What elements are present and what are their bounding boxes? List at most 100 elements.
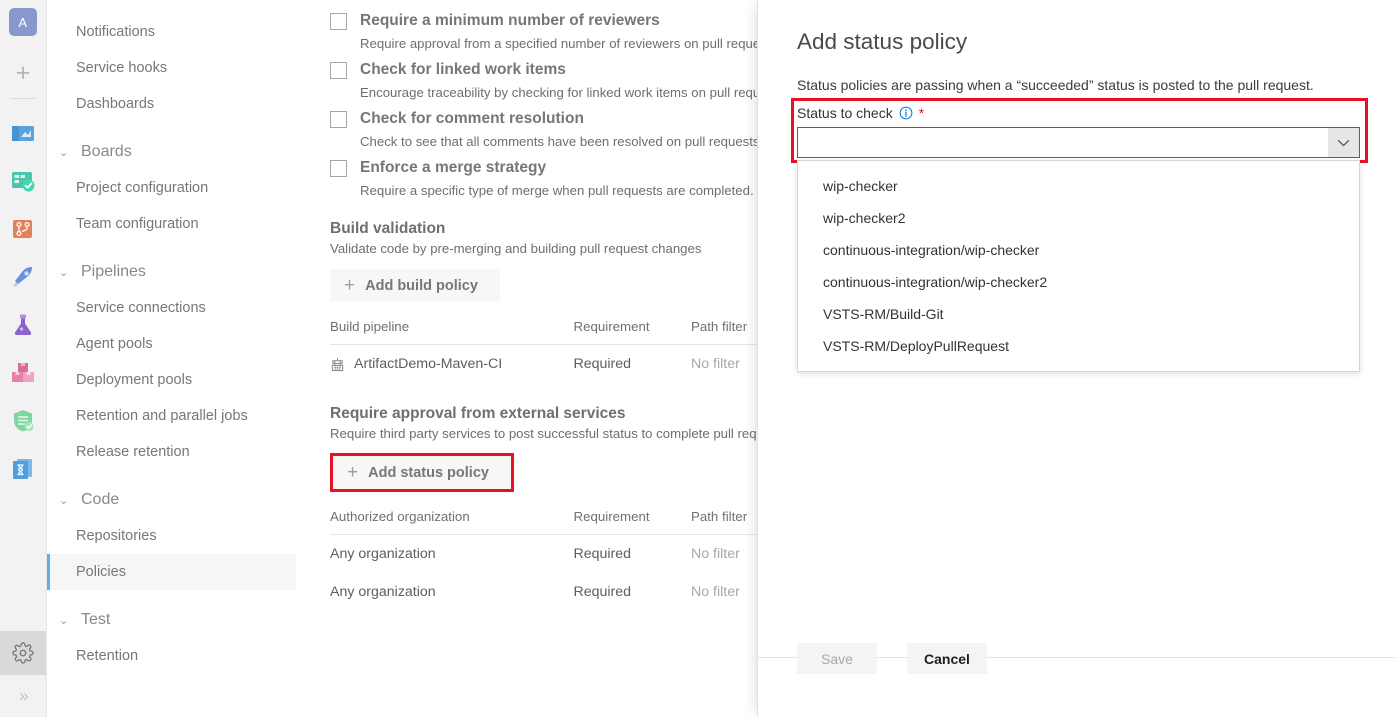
add-build-policy-label: Add build policy bbox=[365, 278, 478, 294]
checkbox-min-reviewers[interactable] bbox=[330, 13, 347, 30]
rail-bottom-group: » bbox=[0, 631, 46, 717]
cell-requirement: Required bbox=[573, 345, 690, 384]
col-authorized-organization: Authorized organization bbox=[330, 509, 573, 535]
add-build-policy-button[interactable]: + Add build policy bbox=[330, 269, 500, 302]
sidebar-item-service-hooks[interactable]: Service hooks bbox=[47, 50, 296, 86]
pipeline-name: ArtifactDemo-Maven-CI bbox=[354, 356, 502, 372]
checkbox-merge-strategy[interactable] bbox=[330, 160, 347, 177]
nav-group-label: Pipelines bbox=[81, 263, 146, 281]
checkbox-comment-resolution[interactable] bbox=[330, 111, 347, 128]
nav-label: Retention and parallel jobs bbox=[76, 408, 248, 424]
expand-rail-icon[interactable]: » bbox=[0, 675, 46, 717]
dropdown-option[interactable]: VSTS-RM/DeployPullRequest bbox=[798, 330, 1359, 362]
overview-icon[interactable] bbox=[9, 119, 37, 147]
nav-label: Repositories bbox=[76, 528, 157, 544]
nav-group-label: Boards bbox=[81, 143, 132, 161]
cell-pipeline: ArtifactDemo-Maven-CI bbox=[330, 345, 573, 384]
col-requirement: Requirement bbox=[573, 509, 690, 535]
nav-label: Service connections bbox=[76, 300, 206, 316]
security-icon[interactable] bbox=[9, 407, 37, 435]
sidebar-item-retention-and-parallel-jobs[interactable]: Retention and parallel jobs bbox=[47, 398, 296, 434]
rail-divider bbox=[10, 98, 36, 99]
app-root: A + bbox=[0, 0, 1395, 717]
chevron-down-icon: ⌄ bbox=[59, 266, 79, 279]
sidebar-group-test[interactable]: ⌄ Test bbox=[47, 602, 296, 638]
new-item-plus-icon[interactable]: + bbox=[7, 57, 39, 89]
cell-organization: Any organization bbox=[330, 535, 573, 574]
policy-title: Check for comment resolution bbox=[360, 110, 584, 128]
sidebar-item-team-configuration[interactable]: Team configuration bbox=[47, 206, 296, 242]
nav-group-label: Code bbox=[81, 491, 119, 509]
nav-label: Retention bbox=[76, 648, 138, 664]
external-services-desc-text: Require third party services to post suc… bbox=[330, 426, 792, 441]
save-button[interactable]: Save bbox=[797, 643, 877, 674]
cell-requirement: Required bbox=[573, 535, 690, 574]
policy-title: Enforce a merge strategy bbox=[360, 159, 546, 177]
nav-label: Release retention bbox=[76, 444, 190, 460]
panel-subtitle: Status policies are passing when a “succ… bbox=[797, 77, 1395, 93]
sidebar-group-code[interactable]: ⌄ Code bbox=[47, 482, 296, 518]
left-rail: A + bbox=[0, 0, 47, 717]
panel-title: Add status policy bbox=[797, 29, 1395, 55]
sidebar-item-dashboards[interactable]: Dashboards bbox=[47, 86, 296, 122]
dropdown-option[interactable]: wip-checker bbox=[798, 170, 1359, 202]
status-to-check-label-text: Status to check bbox=[797, 105, 893, 121]
status-to-check-input[interactable] bbox=[798, 128, 1328, 157]
organization-avatar[interactable]: A bbox=[9, 8, 37, 36]
chevron-down-icon: ⌄ bbox=[59, 494, 79, 507]
chevron-down-icon: ⌄ bbox=[59, 146, 79, 159]
dropdown-option[interactable]: continuous-integration/wip-checker2 bbox=[798, 266, 1359, 298]
sidebar-item-retention[interactable]: Retention bbox=[47, 638, 296, 674]
boards-icon[interactable] bbox=[9, 167, 37, 195]
sidebar-group-boards[interactable]: ⌄ Boards bbox=[47, 134, 296, 170]
repos-icon[interactable] bbox=[9, 215, 37, 243]
pipelines-icon[interactable] bbox=[9, 263, 37, 291]
checkbox-linked-work-items[interactable] bbox=[330, 62, 347, 79]
settings-nav: Notifications Service hooks Dashboards ⌄… bbox=[47, 0, 296, 717]
nav-label: Notifications bbox=[76, 24, 155, 40]
artifacts-icon[interactable] bbox=[9, 359, 37, 387]
policy-title: Require a minimum number of reviewers bbox=[360, 12, 660, 30]
sidebar-item-release-retention[interactable]: Release retention bbox=[47, 434, 296, 470]
nav-label: Agent pools bbox=[76, 336, 153, 352]
dropdown-option[interactable]: wip-checker2 bbox=[798, 202, 1359, 234]
sidebar-item-repositories[interactable]: Repositories bbox=[47, 518, 296, 554]
add-status-policy-panel: Add status policy Status policies are pa… bbox=[757, 0, 1395, 717]
sidebar-item-policies[interactable]: Policies bbox=[47, 554, 296, 590]
test-plans-icon[interactable] bbox=[9, 311, 37, 339]
sidebar-item-service-connections[interactable]: Service connections bbox=[47, 290, 296, 326]
policy-title: Check for linked work items bbox=[360, 61, 566, 79]
cell-requirement: Required bbox=[573, 573, 690, 611]
panel-footer: Save Cancel bbox=[758, 657, 1395, 717]
project-settings-gear-icon[interactable] bbox=[0, 631, 46, 675]
dropdown-option[interactable]: VSTS-RM/Build-Git bbox=[798, 298, 1359, 330]
cancel-button[interactable]: Cancel bbox=[907, 643, 987, 674]
col-build-pipeline: Build pipeline bbox=[330, 319, 573, 345]
info-icon[interactable] bbox=[899, 106, 913, 120]
add-status-policy-highlight: + Add status policy bbox=[330, 453, 514, 492]
sidebar-item-notifications[interactable]: Notifications bbox=[47, 14, 296, 50]
add-status-policy-button[interactable]: + Add status policy bbox=[333, 456, 511, 489]
status-to-check-combobox[interactable] bbox=[797, 127, 1360, 158]
sidebar-group-pipelines[interactable]: ⌄ Pipelines bbox=[47, 254, 296, 290]
cell-organization: Any organization bbox=[330, 573, 573, 611]
chevron-down-icon: ⌄ bbox=[59, 614, 79, 627]
dropdown-option[interactable]: continuous-integration/wip-checker bbox=[798, 234, 1359, 266]
sidebar-item-project-configuration[interactable]: Project configuration bbox=[47, 170, 296, 206]
nav-label: Service hooks bbox=[76, 60, 167, 76]
required-asterisk: * bbox=[919, 106, 924, 120]
col-requirement: Requirement bbox=[573, 319, 690, 345]
nav-label: Dashboards bbox=[76, 96, 154, 112]
status-to-check-label: Status to check * bbox=[797, 105, 924, 121]
plus-icon: + bbox=[344, 276, 355, 295]
chevron-down-icon[interactable] bbox=[1328, 128, 1359, 157]
nav-label: Team configuration bbox=[76, 216, 199, 232]
plus-icon: + bbox=[347, 463, 358, 482]
nav-group-label: Test bbox=[81, 611, 110, 629]
retention-icon[interactable] bbox=[9, 455, 37, 483]
sidebar-item-agent-pools[interactable]: Agent pools bbox=[47, 326, 296, 362]
add-status-policy-label: Add status policy bbox=[368, 465, 489, 481]
pipeline-cell: ArtifactDemo-Maven-CI bbox=[330, 356, 573, 372]
status-to-check-dropdown: wip-checker wip-checker2 continuous-inte… bbox=[797, 160, 1360, 372]
sidebar-item-deployment-pools[interactable]: Deployment pools bbox=[47, 362, 296, 398]
